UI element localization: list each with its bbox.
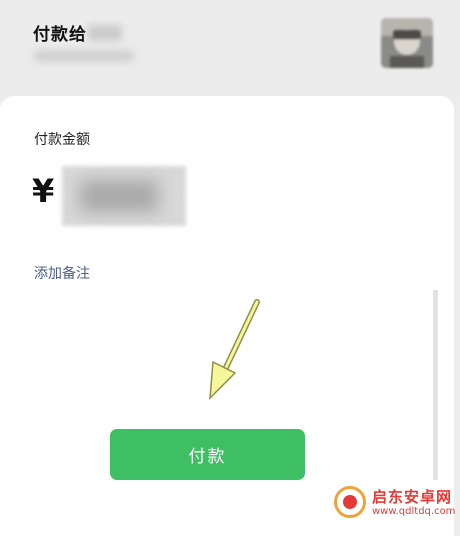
scrollbar[interactable] <box>433 290 438 480</box>
watermark-url: www.qdltdq.com <box>372 506 456 517</box>
amount-label: 付款金额 <box>34 132 90 148</box>
watermark-logo-icon <box>334 486 366 518</box>
payee-name-redacted <box>88 25 122 41</box>
currency-symbol: ¥ <box>32 172 55 210</box>
add-remark-link[interactable]: 添加备注 <box>34 263 90 283</box>
payee-subtitle-redacted <box>34 50 134 62</box>
pay-button[interactable]: 付款 <box>110 429 305 480</box>
site-watermark: 启东安卓网 www.qdltdq.com <box>328 480 458 524</box>
pay-to-label: 付款给 <box>33 25 87 45</box>
watermark-title: 启东安卓网 <box>372 488 453 506</box>
amount-input-redacted[interactable] <box>62 166 186 226</box>
payee-avatar <box>381 18 433 68</box>
payee-header: 付款给 <box>0 0 460 100</box>
